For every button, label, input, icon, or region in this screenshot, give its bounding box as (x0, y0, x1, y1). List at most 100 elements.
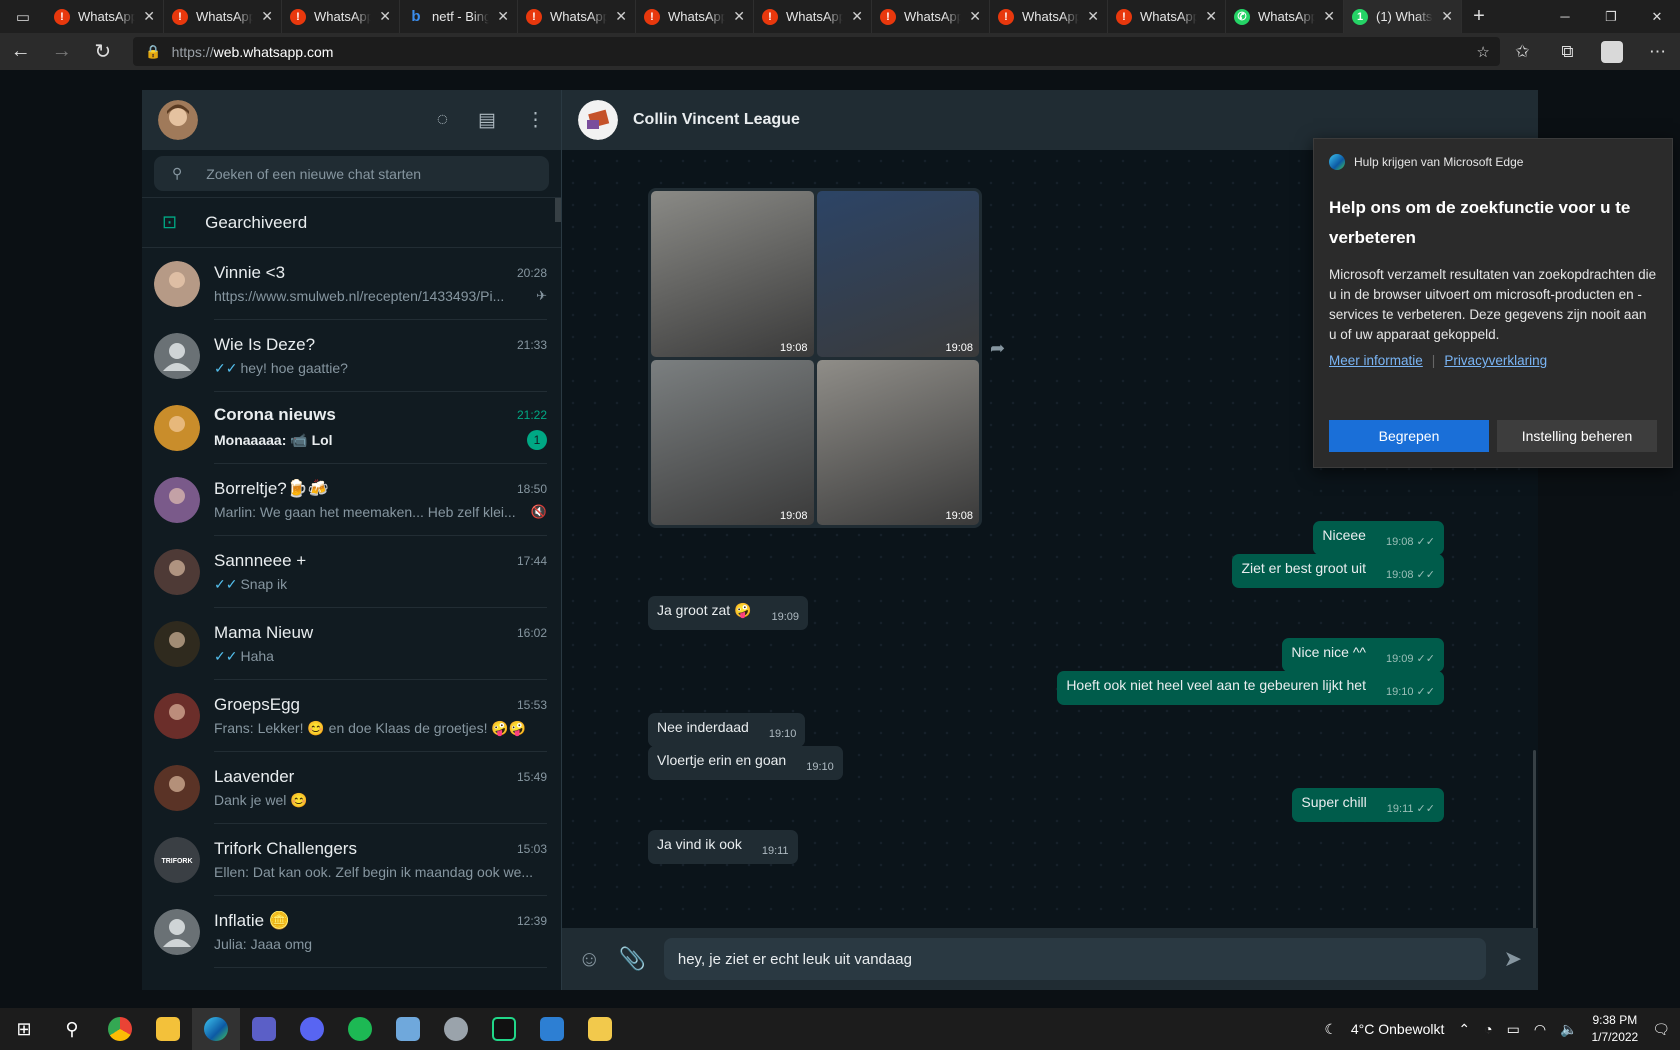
browser-tab[interactable]: ! WhatsApp ✕ (872, 0, 990, 33)
emoji-icon[interactable]: ☺ (578, 946, 600, 972)
chat-list-item[interactable]: Wie Is Deze? 21:33 ✓✓ hey! hoe gaattie? (142, 320, 561, 392)
outgoing-message[interactable]: Niceee 19:08 ✓✓ (1313, 521, 1444, 555)
chat-list-item[interactable]: Vinnie <3 20:28 https://www.smulweb.nl/rec… (142, 248, 561, 320)
new-tab-button[interactable]: + (1462, 0, 1496, 33)
manage-settings-button[interactable]: Instelling beheren (1497, 420, 1657, 452)
status-icon[interactable]: ◌ (437, 109, 448, 131)
album-image[interactable]: 19:08 (651, 359, 814, 525)
close-tab-icon[interactable]: ✕ (733, 8, 745, 25)
profile-button[interactable] (1590, 40, 1635, 63)
back-button[interactable]: ← (0, 40, 41, 63)
outgoing-message[interactable]: Ziet er best groot uit 19:08 ✓✓ (1232, 554, 1444, 588)
browser-tab[interactable]: ! WhatsApp ✕ (754, 0, 872, 33)
collections-icon[interactable]: ⧉ (1545, 42, 1590, 62)
my-avatar[interactable] (158, 100, 198, 140)
battery-icon[interactable]: ▭ (1507, 1021, 1520, 1038)
refresh-button[interactable]: ↻ (82, 39, 123, 64)
chat-list-item[interactable]: Inflatie 🪙 12:39 Julia: Jaaa omg (142, 896, 561, 968)
chat-list-item[interactable]: Sannneee + 17:44 ✓✓ Snap ik (142, 536, 561, 608)
browser-tab[interactable]: ! WhatsApp ✕ (164, 0, 282, 33)
add-favorite-icon[interactable]: ☆ (1476, 43, 1489, 61)
search-taskbar-icon[interactable]: ⚲ (48, 1008, 96, 1050)
close-tab-icon[interactable]: ✕ (379, 8, 391, 25)
favorites-icon[interactable]: ✩ (1500, 42, 1545, 62)
incoming-message[interactable]: Nee inderdaad 19:10 (648, 713, 806, 747)
incoming-message[interactable]: Vloertje erin en goan 19:10 (648, 746, 843, 780)
incoming-message[interactable]: Ja vind ik ook 19:11 (648, 830, 798, 864)
chat-list-item[interactable]: Borreltje?🍺🍻 18:50 Marlin: We gaan het mee… (142, 464, 561, 536)
browser-tab[interactable]: ! WhatsApp ✕ (636, 0, 754, 33)
close-tab-icon[interactable]: ✕ (851, 8, 863, 25)
album-image[interactable]: 19:08 (651, 191, 814, 357)
image-album[interactable]: 19:08 19:08 19:08 19:08 (648, 188, 982, 528)
send-icon[interactable]: ➤ (1504, 946, 1522, 972)
settings-more-icon[interactable]: ⋯ (1635, 42, 1680, 62)
pycharm-icon[interactable] (480, 1008, 528, 1050)
sidebar-scrollbar[interactable] (555, 198, 561, 222)
tray-chevron-icon[interactable]: ⌃ (1458, 1021, 1470, 1038)
close-tab-icon[interactable]: ✕ (497, 8, 509, 25)
close-tab-icon[interactable]: ✕ (1441, 8, 1453, 25)
minimize-button[interactable]: ─ (1542, 0, 1588, 33)
close-tab-icon[interactable]: ✕ (1087, 8, 1099, 25)
forward-icon[interactable]: ➦ (990, 338, 1005, 359)
browser-tab[interactable]: ✆ WhatsApp ✕ (1226, 0, 1344, 33)
close-tab-icon[interactable]: ✕ (1323, 8, 1335, 25)
teams-icon[interactable] (240, 1008, 288, 1050)
file-explorer-icon[interactable] (144, 1008, 192, 1050)
restore-button[interactable]: ❐ (1588, 0, 1634, 33)
album-image[interactable]: 19:08 (816, 359, 979, 525)
close-tab-icon[interactable]: ✕ (1205, 8, 1217, 25)
message-input[interactable]: hey, je ziet er echt leuk uit vandaag (663, 938, 1486, 980)
browser-tab[interactable]: b netf - Bing ✕ (400, 0, 518, 33)
attach-icon[interactable]: 📎 (618, 946, 645, 972)
browser-tab[interactable]: ! WhatsApp ✕ (46, 0, 164, 33)
photos-icon[interactable] (528, 1008, 576, 1050)
clock[interactable]: 9:38 PM 1/7/2022 (1592, 1012, 1639, 1046)
chat-list-item[interactable]: GroepsEgg 15:53 Frans: Lekker! 😊 en doe Kl… (142, 680, 561, 752)
wifi-icon[interactable]: ◠ (1534, 1021, 1546, 1038)
more-info-link[interactable]: Meer informatie (1329, 353, 1423, 368)
chat-list-item[interactable]: Corona nieuws 21:22 Monaaaaa: 📹 Lol 1 (142, 392, 561, 464)
close-tab-icon[interactable]: ✕ (143, 8, 155, 25)
got-it-button[interactable]: Begrepen (1329, 420, 1489, 452)
folder-app-icon[interactable] (576, 1008, 624, 1050)
url-field[interactable]: 🔒 https://web.whatsapp.com ☆ (133, 37, 1500, 66)
steam-icon[interactable] (432, 1008, 480, 1050)
search-input[interactable]: ⚲ Zoeken of een nieuwe chat starten (154, 156, 549, 191)
close-tab-icon[interactable]: ✕ (615, 8, 627, 25)
privacy-link[interactable]: Privacyverklaring (1444, 353, 1547, 368)
incoming-message[interactable]: Ja groot zat 🤪 19:09 (648, 596, 809, 630)
outgoing-message[interactable]: Hoeft ook niet heel veel aan te gebeuren… (1057, 671, 1444, 705)
start-button[interactable]: ⊞ (0, 1008, 48, 1050)
browser-tab[interactable]: ! WhatsApp ✕ (990, 0, 1108, 33)
chat-list-item[interactable]: Mama Nieuw 16:02 ✓✓ Haha (142, 608, 561, 680)
discord-icon[interactable] (288, 1008, 336, 1050)
close-tab-icon[interactable]: ✕ (261, 8, 273, 25)
chat-list-item[interactable]: Laavender 15:49 Dank je wel 😊 (142, 752, 561, 824)
spotify-icon[interactable] (336, 1008, 384, 1050)
close-tab-icon[interactable]: ✕ (969, 8, 981, 25)
network-icon[interactable]: ◔ (1484, 1021, 1492, 1037)
archived-row[interactable]: ⊡ Gearchiveerd (142, 198, 561, 248)
menu-icon[interactable]: ⋮ (526, 109, 545, 132)
forward-button[interactable]: → (41, 40, 82, 63)
paint-icon[interactable] (384, 1008, 432, 1050)
album-image[interactable]: 19:08 (816, 191, 979, 357)
outgoing-message[interactable]: Nice nice ^^ 19:09 ✓✓ (1282, 638, 1444, 672)
browser-tab[interactable]: ! WhatsApp ✕ (518, 0, 636, 33)
edge-taskbar-icon[interactable] (192, 1008, 240, 1050)
outgoing-message[interactable]: Super chill 19:11 ✓✓ (1292, 788, 1444, 822)
browser-tab[interactable]: ! WhatsApp ✕ (1108, 0, 1226, 33)
weather-text[interactable]: 4°C Onbewolkt (1351, 1021, 1445, 1037)
new-chat-icon[interactable]: ▤ (478, 109, 496, 132)
tab-actions-icon[interactable]: ▭ (0, 0, 46, 33)
close-window-button[interactable]: ✕ (1634, 0, 1680, 33)
message-scrollbar[interactable] (1533, 750, 1536, 928)
chrome-icon[interactable] (96, 1008, 144, 1050)
browser-tab[interactable]: ! WhatsApp ✕ (282, 0, 400, 33)
browser-tab[interactable]: 1 (1) WhatsApp ✕ (1344, 0, 1462, 33)
chat-list-item[interactable]: TRIFORK Trifork Challengers 15:03 Ellen: Da… (142, 824, 561, 896)
volume-icon[interactable]: 🔈 (1560, 1021, 1577, 1038)
notifications-icon[interactable]: 🗨 (1652, 1021, 1670, 1038)
